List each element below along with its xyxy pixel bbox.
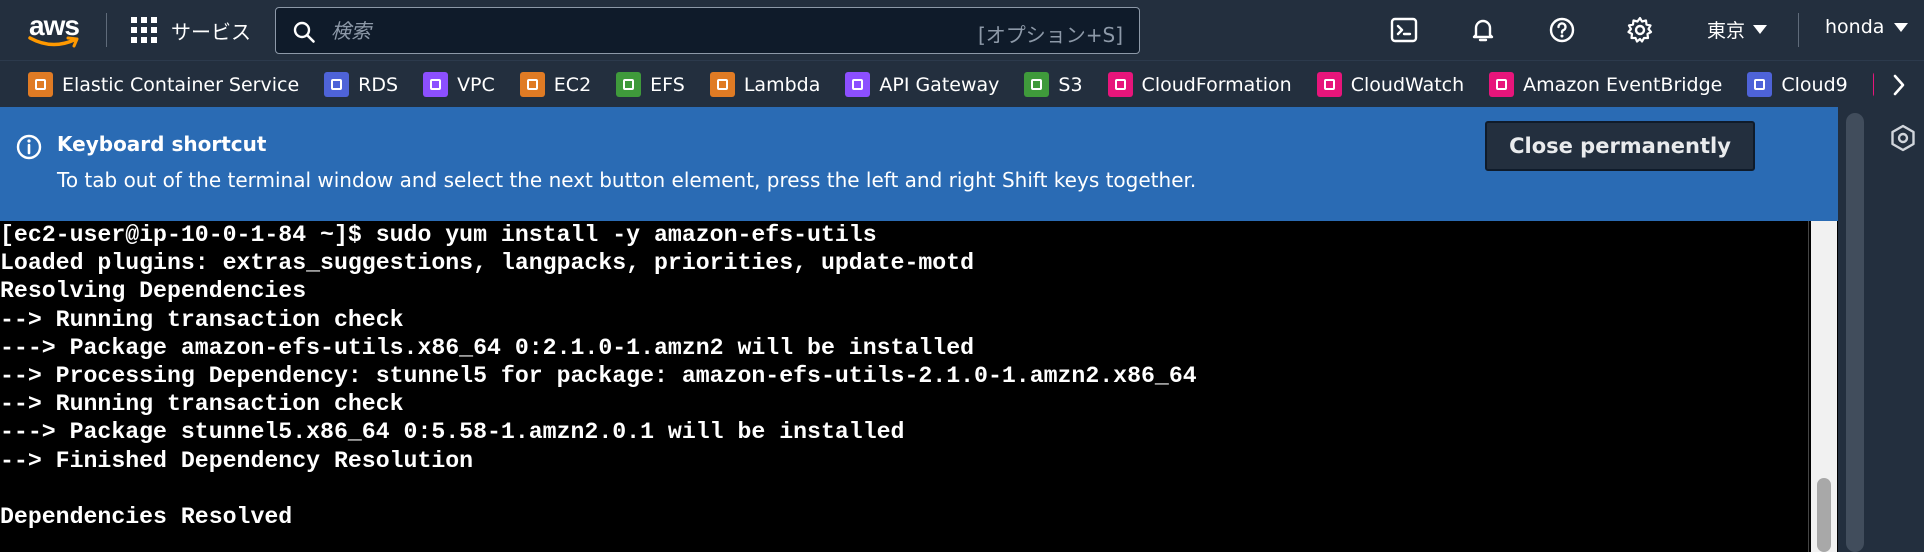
favorite-ec2[interactable]: EC2 — [519, 72, 592, 97]
favorite-label: Lambda — [743, 73, 821, 96]
favorite-label: CloudWatch — [1350, 73, 1465, 96]
lambda-icon — [709, 72, 735, 97]
caret-down-icon — [1894, 22, 1909, 32]
favorites-scroll-right[interactable] — [1874, 61, 1924, 107]
terminal-line: ---> Package stunnel5.x86_64 0:5.58-1.am… — [0, 419, 905, 446]
caret-down-icon — [1753, 25, 1768, 34]
s3-icon — [1024, 72, 1050, 97]
close-permanently-button[interactable]: Close permanently — [1485, 121, 1755, 171]
favorites-bar: Elastic Container Service RDS VPC EC2 EFS Lam… — [0, 60, 1924, 107]
terminal-line: [ec2-user@ip-10-0-1-84 ~]$ sudo yum inst… — [0, 222, 877, 248]
info-icon — [16, 134, 42, 160]
settings-button[interactable] — [1624, 14, 1656, 46]
favorite-efs[interactable]: EFS — [616, 72, 685, 97]
favorite-cloudwatch[interactable]: CloudWatch — [1316, 72, 1465, 97]
keyboard-shortcut-banner: Keyboard shortcut To tab out of the term… — [0, 107, 1838, 221]
search-shortcut-hint: [オプション+S] — [977, 23, 1123, 47]
banner-message: To tab out of the terminal window and se… — [57, 168, 1197, 192]
user-name: honda — [1825, 16, 1885, 38]
terminal-line: --> Running transaction check — [0, 306, 404, 333]
cloudwatch-icon — [1316, 72, 1342, 97]
gear-icon — [1627, 16, 1653, 43]
ecs-icon — [28, 72, 53, 97]
terminal-line: --> Running transaction check — [0, 391, 404, 418]
nav-divider — [106, 13, 107, 47]
favorite-cloudformation[interactable]: CloudFormation — [1107, 72, 1292, 97]
terminal-line: ---> Package amazon-efs-utils.x86_64 0:2… — [0, 334, 975, 361]
terminal-line: Loaded plugins: extras_suggestions, lang… — [0, 250, 975, 277]
banner-title: Keyboard shortcut — [57, 132, 267, 156]
page-scrollbar[interactable] — [1838, 107, 1874, 552]
efs-icon — [616, 72, 642, 97]
notifications-button[interactable] — [1467, 14, 1499, 46]
favorite-lambda[interactable]: Lambda — [709, 72, 821, 97]
rds-icon — [324, 72, 350, 97]
services-label: サービス — [171, 19, 251, 44]
favorite-s3[interactable]: S3 — [1024, 72, 1083, 97]
search-icon — [293, 21, 315, 43]
favorite-label: Elastic Container Service — [62, 73, 300, 96]
eventbridge-icon — [1489, 72, 1515, 97]
favorite-label: Amazon EventBridge — [1523, 73, 1723, 96]
api-gateway-icon — [845, 72, 871, 97]
favorite-rds[interactable]: RDS — [324, 72, 398, 97]
ec2-icon — [519, 72, 545, 97]
favorite-label: API Gateway — [879, 73, 1000, 96]
services-menu-button[interactable]: サービス — [131, 14, 251, 46]
terminal-scrollbar-thumb[interactable] — [1817, 478, 1831, 552]
top-navigation: aws サービス [オプション+S] — [0, 0, 1924, 60]
help-icon — [1549, 17, 1575, 43]
terminal-scrollbar[interactable] — [1808, 221, 1838, 552]
nav-divider — [1798, 13, 1799, 47]
favorites-list: Elastic Container Service RDS VPC EC2 EFS Lam… — [28, 61, 1924, 107]
cloudshell-icon — [1390, 17, 1418, 43]
favorite-vpc[interactable]: VPC — [423, 72, 495, 97]
favorite-label: EFS — [650, 73, 685, 96]
terminal-line: --> Finished Dependency Resolution — [0, 447, 474, 474]
help-button[interactable] — [1546, 14, 1578, 46]
favorite-cloud9[interactable]: Cloud9 — [1747, 72, 1848, 97]
search-box[interactable]: [オプション+S] — [275, 7, 1140, 54]
region-selector[interactable]: 東京 — [1707, 16, 1768, 43]
account-menu[interactable]: honda — [1825, 16, 1909, 38]
favorite-label: Cloud9 — [1781, 73, 1848, 96]
cloudformation-icon — [1107, 72, 1133, 97]
terminal-line: --> Processing Dependency: stunnel5 for … — [0, 362, 1197, 389]
grid-icon — [131, 17, 157, 43]
page-scrollbar-thumb[interactable] — [1846, 113, 1864, 552]
favorite-ecs[interactable]: Elastic Container Service — [28, 72, 299, 97]
search-input[interactable] — [331, 16, 931, 46]
favorite-eventbridge[interactable]: Amazon EventBridge — [1489, 72, 1722, 97]
cloudshell-button[interactable] — [1388, 14, 1420, 46]
favorite-label: VPC — [457, 73, 495, 96]
favorite-label: EC2 — [553, 73, 592, 96]
bell-icon — [1472, 19, 1494, 42]
vpc-icon — [423, 72, 449, 97]
terminal-line: Dependencies Resolved — [0, 503, 293, 530]
favorite-label: CloudFormation — [1141, 73, 1292, 96]
favorite-api-gateway[interactable]: API Gateway — [845, 72, 999, 97]
region-label: 東京 — [1707, 20, 1746, 42]
terminal-line: Resolving Dependencies — [0, 278, 307, 305]
terminal-window[interactable]: [ec2-user@ip-10-0-1-84 ~]$ sudo yum inst… — [0, 221, 1808, 552]
chevron-right-icon — [1893, 74, 1905, 95]
favorite-label: S3 — [1058, 73, 1083, 96]
aws-logo[interactable]: aws — [24, 10, 84, 50]
cloud9-icon — [1747, 72, 1773, 97]
favorite-label: RDS — [358, 73, 399, 96]
aws-smile-icon — [28, 36, 79, 48]
settings-hexagon-icon[interactable] — [1889, 124, 1917, 152]
